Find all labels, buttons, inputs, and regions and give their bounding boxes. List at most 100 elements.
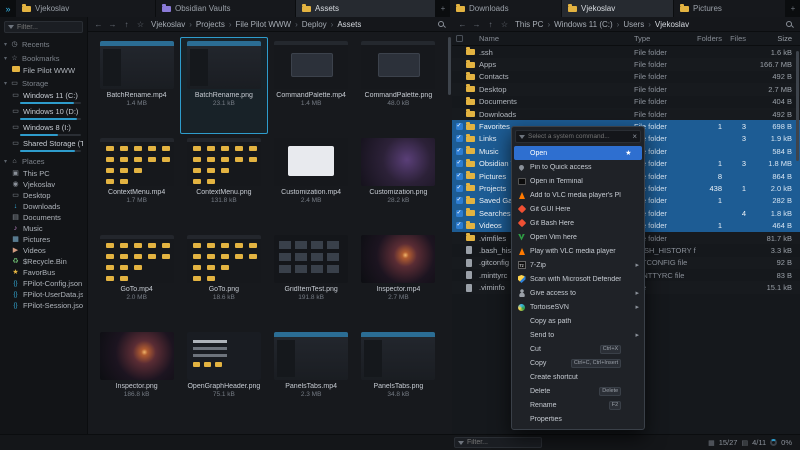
file-tile[interactable]: BatchRename.png 23.1 kB [180, 37, 267, 134]
context-menu-item[interactable]: Give access to ★ ▸ [512, 286, 644, 300]
context-menu-item[interactable]: 7-Zip ★ ▸ [512, 258, 644, 272]
context-menu-item[interactable]: Cut Ctrl+X ★ ▸ [512, 342, 644, 356]
tab[interactable]: Downloads [450, 0, 562, 17]
pane-filter-input[interactable] [467, 439, 538, 446]
up-button[interactable]: ↑ [121, 20, 132, 29]
file-tile[interactable]: Inspector.mp4 2.7 MB [355, 231, 442, 328]
sidebar-place-item[interactable]: FavorBus [0, 267, 87, 278]
up-button[interactable]: ↑ [485, 20, 496, 29]
table-row[interactable]: .ssh File folder 1.6 kB [452, 46, 800, 58]
context-menu-search[interactable]: × [515, 130, 641, 143]
bookmark-icon[interactable]: ☆ [135, 20, 146, 29]
breadcrumb-segment[interactable]: Deploy [302, 20, 338, 29]
sidebar-drive-item[interactable]: Shared Storage (T:) [0, 138, 87, 154]
bookmark-icon[interactable]: ☆ [499, 20, 510, 29]
sidebar-bookmark-item[interactable]: File Pilot WWW [0, 65, 87, 76]
row-checkbox[interactable] [456, 197, 463, 204]
context-menu-item[interactable]: Play with VLC media player ★ ▸ [512, 244, 644, 258]
context-menu-item[interactable]: Rename F2 ★ ▸ [512, 398, 644, 412]
breadcrumb-segment[interactable]: Vjekoslav [151, 20, 196, 29]
breadcrumb-segment[interactable]: Users [623, 20, 655, 29]
file-tile[interactable]: PanelsTabs.png 34.8 kB [355, 328, 442, 425]
sidebar-place-item[interactable]: Vjekoslav [0, 179, 87, 190]
context-menu-item[interactable]: Pin to Quick access ★ ▸ [512, 160, 644, 174]
context-menu-item[interactable]: TortoiseSVN ★ ▸ [512, 300, 644, 314]
breadcrumb-segment[interactable]: This PC [515, 20, 554, 29]
column-header-folders[interactable]: Folders [696, 34, 722, 43]
forward-button[interactable]: → [471, 20, 482, 29]
sidebar-drive-item[interactable]: Windows 11 (C:) [0, 90, 87, 106]
sidebar-filter-input[interactable] [17, 24, 79, 31]
context-menu-item[interactable]: Open in Terminal ★ ▸ [512, 174, 644, 188]
context-menu-item[interactable]: Add to VLC media player's Playlist ★ ▸ [512, 188, 644, 202]
context-menu-item[interactable]: Delete Delete ★ ▸ [512, 384, 644, 398]
sidebar-section-places[interactable]: ▾ Places [0, 154, 87, 168]
table-row[interactable]: Documents File folder 404 B [452, 96, 800, 108]
context-menu-item[interactable]: Git GUI Here ★ ▸ [512, 202, 644, 216]
file-tile[interactable]: GoTo.png 18.6 kB [180, 231, 267, 328]
table-row[interactable]: Apps File folder 166.7 MB [452, 58, 800, 70]
sidebar-drive-item[interactable]: Windows 8 (I:) [0, 122, 87, 138]
row-checkbox[interactable] [456, 123, 463, 130]
pane-filter[interactable] [454, 437, 542, 448]
tab[interactable]: Assets [296, 0, 436, 17]
row-checkbox[interactable] [456, 185, 463, 192]
context-menu-search-input[interactable] [528, 133, 629, 140]
file-tile[interactable]: Customization.mp4 2.4 MB [268, 134, 355, 231]
context-menu-item[interactable]: Open ★ ▸ [514, 146, 642, 160]
column-header-type[interactable]: Type [634, 34, 696, 43]
sidebar-place-item[interactable]: $Recycle.Bin [0, 256, 87, 267]
context-menu-item[interactable]: Copy as path ★ ▸ [512, 314, 644, 328]
file-tile[interactable]: GoTo.mp4 2.0 MB [93, 231, 180, 328]
file-tile[interactable]: ContextMenu.mp4 1.7 MB [93, 134, 180, 231]
back-button[interactable]: ← [93, 20, 104, 29]
row-checkbox[interactable] [456, 222, 463, 229]
row-checkbox[interactable] [456, 160, 463, 167]
sidebar-place-item[interactable]: Videos [0, 245, 87, 256]
sidebar-section-storage[interactable]: ▾ Storage [0, 76, 87, 90]
search-icon[interactable] [786, 21, 792, 27]
file-tile[interactable]: OpenGraphHeader.png 75.1 kB [180, 328, 267, 425]
row-checkbox[interactable] [456, 173, 463, 180]
file-tile[interactable]: ContextMenu.png 131.8 kB [180, 134, 267, 231]
file-tile[interactable]: Inspector.png 186.8 kB [93, 328, 180, 425]
file-tile[interactable]: PanelsTabs.mp4 2.3 MB [268, 328, 355, 425]
sidebar-filter[interactable] [4, 21, 83, 33]
tab[interactable]: Vjekoslav [562, 0, 674, 17]
close-icon[interactable]: × [632, 132, 637, 141]
sidebar-place-item[interactable]: Pictures [0, 234, 87, 245]
sidebar-section-recents[interactable]: ▾ Recents [0, 37, 87, 51]
column-header-files[interactable]: Files [722, 34, 746, 43]
context-menu-item[interactable]: Send to ★ ▸ [512, 328, 644, 342]
sidebar-place-item[interactable]: FPilot-Session.json [0, 300, 87, 311]
file-tile[interactable]: CommandPalette.png 48.0 kB [355, 37, 442, 134]
app-logo-icon[interactable]: » [0, 0, 16, 17]
tab[interactable]: Obsidian Vaults [156, 0, 296, 17]
new-tab-button[interactable]: + [786, 0, 800, 17]
file-tile[interactable]: CommandPalette.mp4 1.4 MB [268, 37, 355, 134]
sidebar-drive-item[interactable]: Windows 10 (D:) [0, 106, 87, 122]
table-row[interactable]: Downloads File folder 492 B [452, 108, 800, 120]
sidebar-section-bookmarks[interactable]: ▾ Bookmarks [0, 51, 87, 65]
table-row[interactable]: Contacts File folder 492 B [452, 71, 800, 83]
breadcrumb-segment[interactable]: Windows 11 (C:) [554, 20, 623, 29]
file-tile[interactable]: Customization.png 28.2 kB [355, 134, 442, 231]
column-header-name[interactable]: Name [479, 34, 634, 43]
forward-button[interactable]: → [107, 20, 118, 29]
sidebar-place-item[interactable]: FPilot-Config.json [0, 278, 87, 289]
row-checkbox[interactable] [456, 135, 463, 142]
sidebar-place-item[interactable]: Desktop [0, 190, 87, 201]
scrollbar[interactable] [796, 51, 799, 161]
new-tab-button[interactable]: + [436, 0, 450, 17]
breadcrumb-segment[interactable]: Assets [337, 20, 361, 29]
breadcrumb-segment[interactable]: File Pilot WWW [236, 20, 302, 29]
sidebar-place-item[interactable]: Downloads [0, 201, 87, 212]
file-tile[interactable]: BatchRename.mp4 1.4 MB [93, 37, 180, 134]
context-menu-item[interactable]: Open Vim here ★ ▸ [512, 230, 644, 244]
sidebar-place-item[interactable]: Documents [0, 212, 87, 223]
table-row[interactable]: Desktop File folder 2.7 MB [452, 83, 800, 95]
sidebar-place-item[interactable]: Music [0, 223, 87, 234]
context-menu-item[interactable]: Create shortcut ★ ▸ [512, 370, 644, 384]
context-menu-item[interactable]: Copy Ctrl+C, Ctrl+Insert ★ ▸ [512, 356, 644, 370]
sidebar-place-item[interactable]: This PC [0, 168, 87, 179]
